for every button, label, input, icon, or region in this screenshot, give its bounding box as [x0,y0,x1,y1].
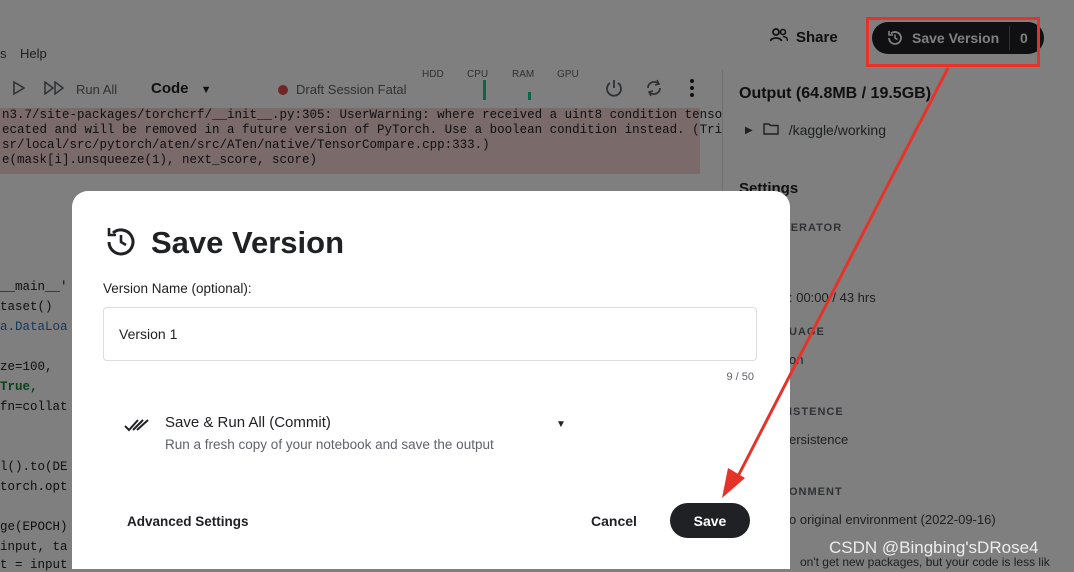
annotation-arrow [722,67,950,498]
watermark: CSDN @Bingbing'sDRose4 [829,538,1039,557]
